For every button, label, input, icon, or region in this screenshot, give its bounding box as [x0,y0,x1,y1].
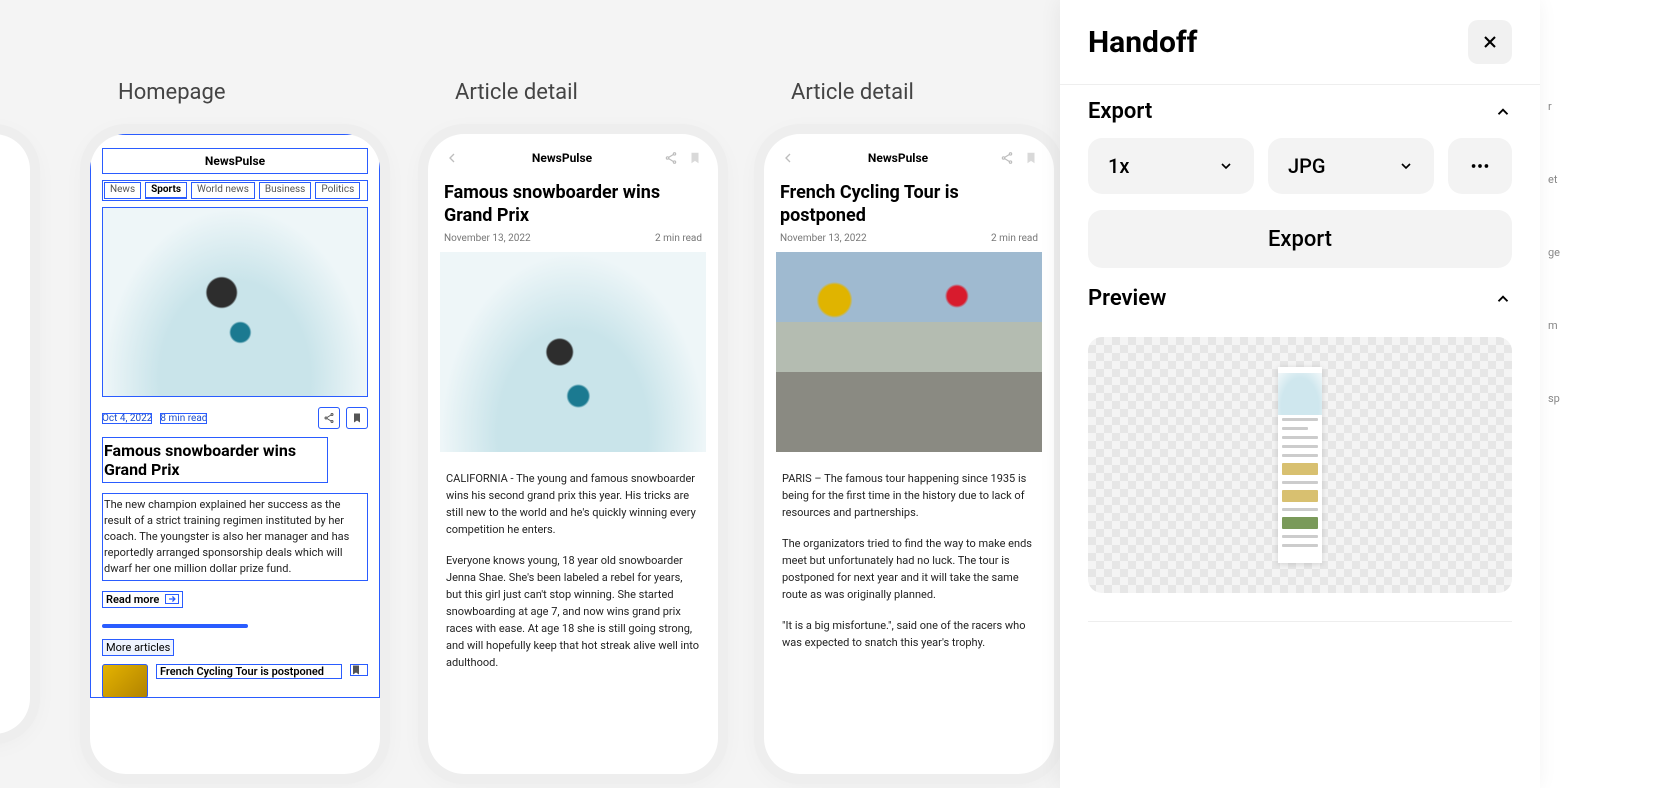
peek-text: ge [1540,216,1662,289]
export-format-value: JPG [1288,154,1326,178]
bookmark-icon[interactable] [350,664,368,676]
category-tabs[interactable]: News Sports World news Business Politics [102,180,368,201]
share-icon[interactable] [318,407,340,429]
arrow-right-icon [165,594,179,604]
export-button-label: Export [1268,227,1332,252]
article-title: Famous snowboarder wins Grand Prix [440,172,706,233]
frame-article-cycling[interactable]: NewsPulse French Cycling Tour is postpon… [764,134,1054,774]
article-paragraph: "It is a big misfortune.", said one of t… [782,617,1036,651]
skip-link: skip [0,212,16,225]
more-horizontal-icon [1469,155,1491,177]
chevron-up-icon[interactable] [1494,290,1512,308]
preview-thumbnail-container [1088,337,1512,593]
bookmark-icon[interactable] [688,151,702,165]
partial-onboarding-frame: skip [0,134,30,734]
close-icon [1480,32,1500,52]
chevron-down-icon [1218,158,1234,174]
article-paragraph: Everyone knows young, 18 year old snowbo… [446,552,700,671]
chevron-down-icon [1398,158,1414,174]
tab-politics[interactable]: Politics [315,182,360,199]
back-icon[interactable] [444,150,460,166]
share-icon[interactable] [664,151,678,165]
section-divider [102,624,248,628]
secondary-panel-peek: r et ge m sp [1540,0,1662,788]
export-more-button[interactable] [1448,138,1512,194]
peek-text: et [1540,143,1662,216]
more-articles-label: More articles [102,639,174,656]
article-body: PARIS – The famous tour happening since … [776,452,1042,651]
export-section-label: Export [1088,99,1152,124]
article-read-time: 8 min read [160,413,207,424]
article-date: November 13, 2022 [444,233,531,244]
article-top-bar: NewsPulse [440,144,706,172]
read-more-label: Read more [106,593,159,606]
more-article-thumb [102,664,148,698]
tab-world-news[interactable]: World news [191,182,255,199]
app-title: NewsPulse [532,151,592,165]
close-button[interactable] [1468,20,1512,64]
tab-business[interactable]: Business [259,182,311,199]
share-icon[interactable] [1000,151,1014,165]
preview-thumbnail [1278,367,1322,563]
peek-text: r [1540,70,1662,143]
article-hero-image-cycling [776,252,1042,452]
article-paragraph: The organizators tried to find the way t… [782,535,1036,603]
export-scale-dropdown[interactable]: 1x [1088,138,1254,194]
peek-text: sp [1540,362,1662,435]
article-read-time: 2 min read [655,233,702,244]
design-canvas[interactable]: skip Homepage Article detail Article det… [0,0,1060,788]
article-paragraph: CALIFORNIA - The young and famous snowbo… [446,470,700,538]
export-scale-value: 1x [1108,154,1129,178]
article-top-bar: NewsPulse [776,144,1042,172]
preview-section-label: Preview [1088,286,1166,311]
article-title: French Cycling Tour is postponed [776,172,1042,233]
article-body: CALIFORNIA - The young and famous snowbo… [440,452,706,672]
bookmark-icon[interactable] [346,407,368,429]
frame-label-article-2[interactable]: Article detail [791,80,914,105]
export-section: Export 1x JPG Export [1060,85,1540,272]
hero-image-snowboarder [102,207,368,397]
frame-label-article-1[interactable]: Article detail [455,80,578,105]
article-hero-image [440,252,706,452]
frame-label-homepage[interactable]: Homepage [118,80,226,105]
tab-sports[interactable]: Sports [145,182,187,199]
app-title: NewsPulse [102,148,368,174]
article-read-time: 2 min read [991,233,1038,244]
card-excerpt: The new champion explained her success a… [102,493,368,581]
article-paragraph: PARIS – The famous tour happening since … [782,470,1036,521]
article-date: November 13, 2022 [780,233,867,244]
handoff-panel: Handoff Export 1x JPG [1060,0,1540,788]
app-title: NewsPulse [868,151,928,165]
chevron-up-icon[interactable] [1494,103,1512,121]
preview-section: Preview [1060,272,1540,329]
bookmark-icon[interactable] [1024,151,1038,165]
back-icon[interactable] [780,150,796,166]
frame-homepage[interactable]: NewsPulse News Sports World news Busines… [90,134,380,774]
frame-article-snowboarder[interactable]: NewsPulse Famous snowboarder wins Grand … [428,134,718,774]
export-button[interactable]: Export [1088,210,1512,268]
tab-news[interactable]: News [104,182,141,199]
card-title: Famous snowboarder wins Grand Prix [102,437,328,483]
more-article-title[interactable]: French Cycling Tour is postponed [156,664,342,679]
article-date: Oct 4, 2022 [102,413,152,424]
export-format-dropdown[interactable]: JPG [1268,138,1434,194]
panel-title: Handoff [1088,25,1197,60]
read-more-link[interactable]: Read more [102,591,183,608]
peek-text: m [1540,289,1662,362]
